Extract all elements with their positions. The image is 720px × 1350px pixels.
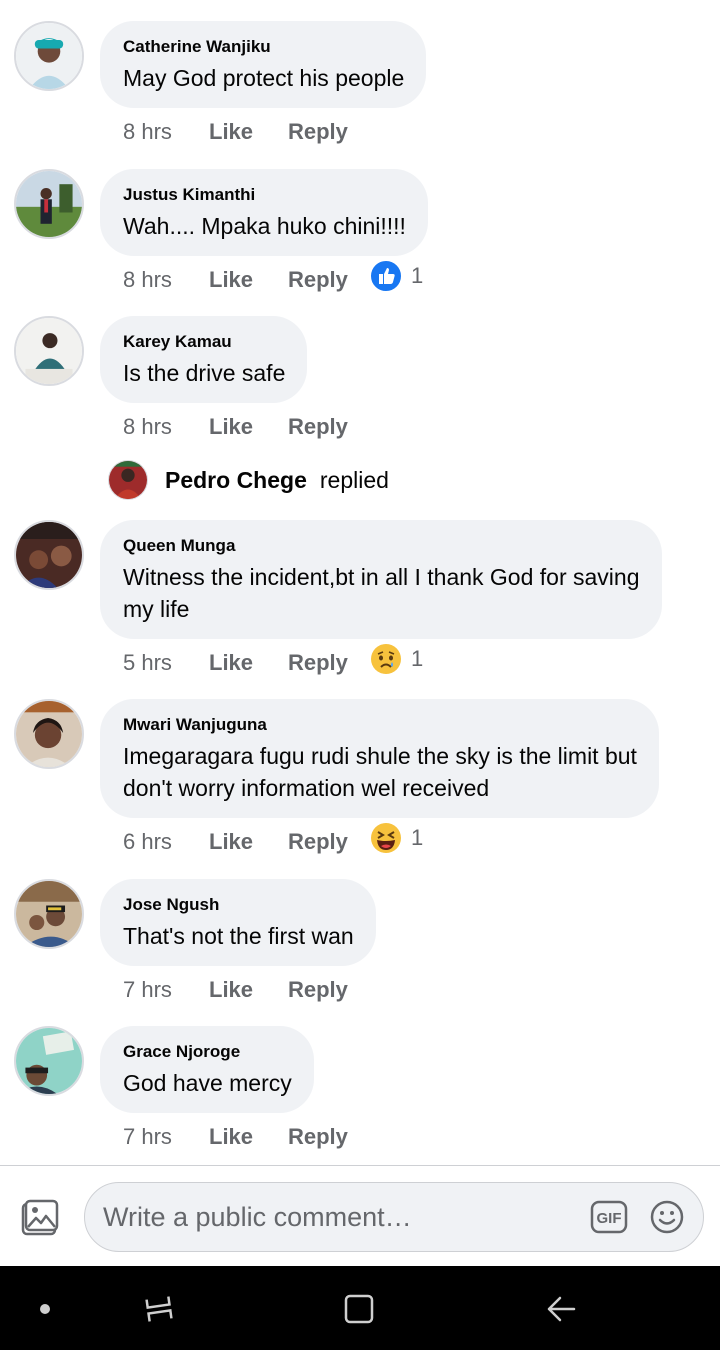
reply-button[interactable]: Reply	[288, 119, 348, 145]
comment-text: May God protect his people	[123, 65, 405, 91]
like-button[interactable]: Like	[209, 829, 288, 855]
comment-time[interactable]: 6 hrs	[123, 829, 209, 855]
reaction-summary[interactable]: 1	[370, 822, 423, 854]
comment-bubble[interactable]: Justus Kimanthi Wah.... Mpaka huko chini…	[100, 169, 428, 256]
comment-text: That's not the first wan	[123, 923, 354, 949]
comment-actions: 8 hrs Like Reply	[123, 117, 348, 147]
emoji-button[interactable]	[649, 1199, 685, 1235]
gif-button[interactable]: GIF	[590, 1199, 628, 1235]
home-icon[interactable]	[342, 1292, 376, 1326]
comment-author[interactable]: Queen Munga	[123, 535, 640, 557]
reply-button[interactable]: Reply	[288, 414, 348, 440]
comment-author[interactable]: Grace Njoroge	[123, 1041, 292, 1063]
comment-bubble[interactable]: Grace Njoroge God have mercy	[100, 1026, 314, 1113]
comment-text: my life	[123, 596, 190, 622]
comment-input-box[interactable]: GIF	[84, 1182, 704, 1252]
comment-bubble[interactable]: Jose Ngush That's not the first wan	[100, 879, 376, 966]
comment-text: don't worry information wel received	[123, 775, 490, 801]
comment-author[interactable]: Jose Ngush	[123, 894, 354, 916]
sad-reaction-icon	[371, 644, 401, 674]
avatar[interactable]	[14, 21, 84, 91]
comment-bubble[interactable]: Mwari Wanjuguna Imegaragara fugu rudi sh…	[100, 699, 659, 818]
comment-bubble[interactable]: Queen Munga Witness the incident,bt in a…	[100, 520, 662, 639]
haha-reaction-icon	[371, 823, 401, 853]
comment-time[interactable]: 8 hrs	[123, 267, 209, 293]
smiley-icon	[650, 1200, 684, 1234]
comment-actions: 7 hrs Like Reply	[123, 975, 348, 1005]
reaction-count: 1	[411, 825, 424, 850]
avatar[interactable]	[14, 699, 84, 769]
comment-text: Imegaragara fugu rudi shule the sky is t…	[123, 743, 637, 769]
photo-button[interactable]	[20, 1198, 60, 1238]
avatar[interactable]	[14, 169, 84, 239]
comment-time[interactable]: 7 hrs	[123, 1124, 209, 1150]
replied-label: replied	[319, 466, 389, 493]
comment-text: Wah.... Mpaka huko chini!!!!	[123, 213, 406, 239]
avatar[interactable]	[14, 879, 84, 949]
like-button[interactable]: Like	[209, 119, 288, 145]
reply-button[interactable]: Reply	[288, 267, 348, 293]
reply-button[interactable]: Reply	[288, 650, 348, 676]
comment-time[interactable]: 5 hrs	[123, 650, 209, 676]
avatar[interactable]	[14, 1026, 84, 1096]
reply-button[interactable]: Reply	[288, 1124, 348, 1150]
like-button[interactable]: Like	[209, 977, 288, 1003]
comment-actions: 7 hrs Like Reply	[123, 1122, 348, 1152]
comment-actions: 5 hrs Like Reply	[123, 648, 348, 678]
comment-actions: 8 hrs Like Reply	[123, 265, 348, 295]
like-reaction-icon	[370, 260, 402, 292]
avatar[interactable]	[14, 316, 84, 386]
comment-input[interactable]	[103, 1197, 573, 1237]
comment-actions: 8 hrs Like Reply	[123, 412, 348, 442]
reply-button[interactable]: Reply	[288, 829, 348, 855]
comment-text: God have mercy	[123, 1070, 292, 1096]
comment-composer: GIF	[0, 1165, 720, 1266]
comment-author[interactable]: Mwari Wanjuguna	[123, 714, 637, 736]
avatar[interactable]	[14, 520, 84, 590]
system-navigation-bar	[0, 1266, 720, 1350]
like-button[interactable]: Like	[209, 650, 288, 676]
comment-author[interactable]: Catherine Wanjiku	[123, 36, 404, 58]
gif-label: GIF	[597, 1210, 622, 1227]
gif-icon: GIF	[590, 1200, 628, 1234]
reply-button[interactable]: Reply	[288, 977, 348, 1003]
reaction-summary[interactable]: 1	[370, 643, 423, 675]
reply-author[interactable]: Pedro Chege	[165, 467, 307, 494]
comment-time[interactable]: 8 hrs	[123, 119, 209, 145]
photo-icon	[21, 1199, 59, 1236]
like-button[interactable]: Like	[209, 414, 288, 440]
comment-actions: 6 hrs Like Reply	[123, 827, 348, 857]
avatar	[108, 460, 148, 500]
comment-author[interactable]: Justus Kimanthi	[123, 184, 406, 206]
reaction-summary[interactable]: 1	[370, 260, 423, 292]
back-icon[interactable]	[544, 1292, 578, 1326]
like-button[interactable]: Like	[209, 267, 288, 293]
comment-bubble[interactable]: Catherine Wanjiku May God protect his pe…	[100, 21, 427, 108]
dot-indicator-icon	[40, 1304, 50, 1314]
view-replies-link[interactable]: Pedro Chege replied	[108, 459, 389, 501]
reaction-count: 1	[411, 646, 424, 671]
comment-time[interactable]: 8 hrs	[123, 414, 209, 440]
comment-text: Is the drive safe	[123, 360, 286, 386]
comment-time[interactable]: 7 hrs	[123, 977, 209, 1003]
reaction-count: 1	[411, 263, 424, 288]
comment-bubble[interactable]: Karey Kamau Is the drive safe	[100, 316, 308, 403]
like-button[interactable]: Like	[209, 1124, 288, 1150]
comment-text: Witness the incident,bt in all I thank G…	[123, 564, 640, 590]
recent-apps-icon[interactable]	[142, 1292, 176, 1326]
comment-author[interactable]: Karey Kamau	[123, 331, 285, 353]
